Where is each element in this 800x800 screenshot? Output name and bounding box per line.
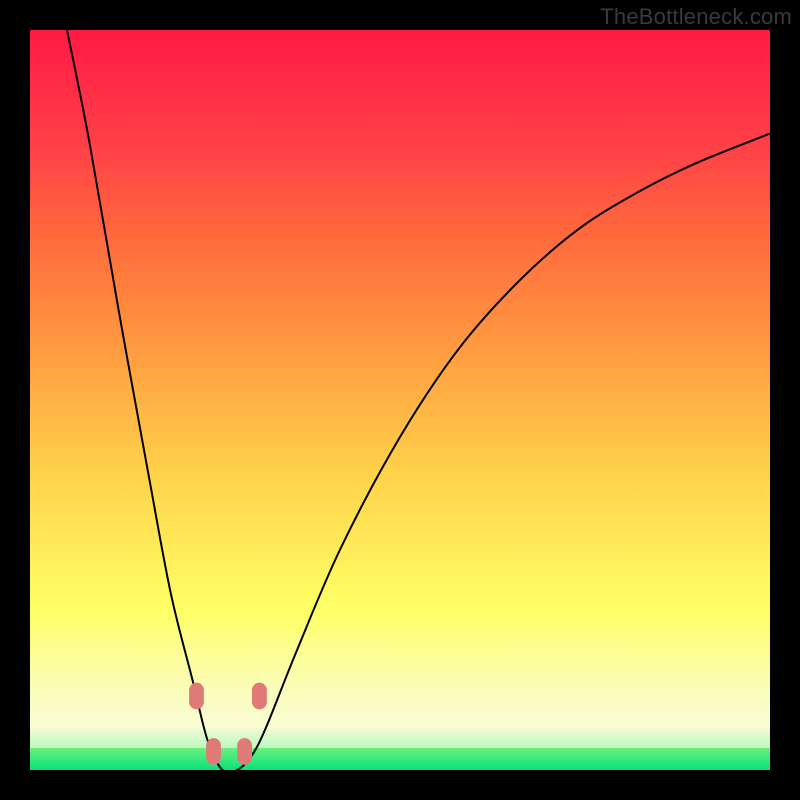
- bottleneck-curve: [30, 30, 770, 770]
- curve-marker: [252, 683, 267, 710]
- curve-path: [67, 30, 770, 770]
- curve-marker: [189, 683, 204, 710]
- curve-marker: [206, 738, 221, 765]
- plot-area: [30, 30, 770, 770]
- curve-marker: [237, 738, 252, 765]
- chart-frame: TheBottleneck.com: [0, 0, 800, 800]
- attribution-label: TheBottleneck.com: [600, 4, 792, 30]
